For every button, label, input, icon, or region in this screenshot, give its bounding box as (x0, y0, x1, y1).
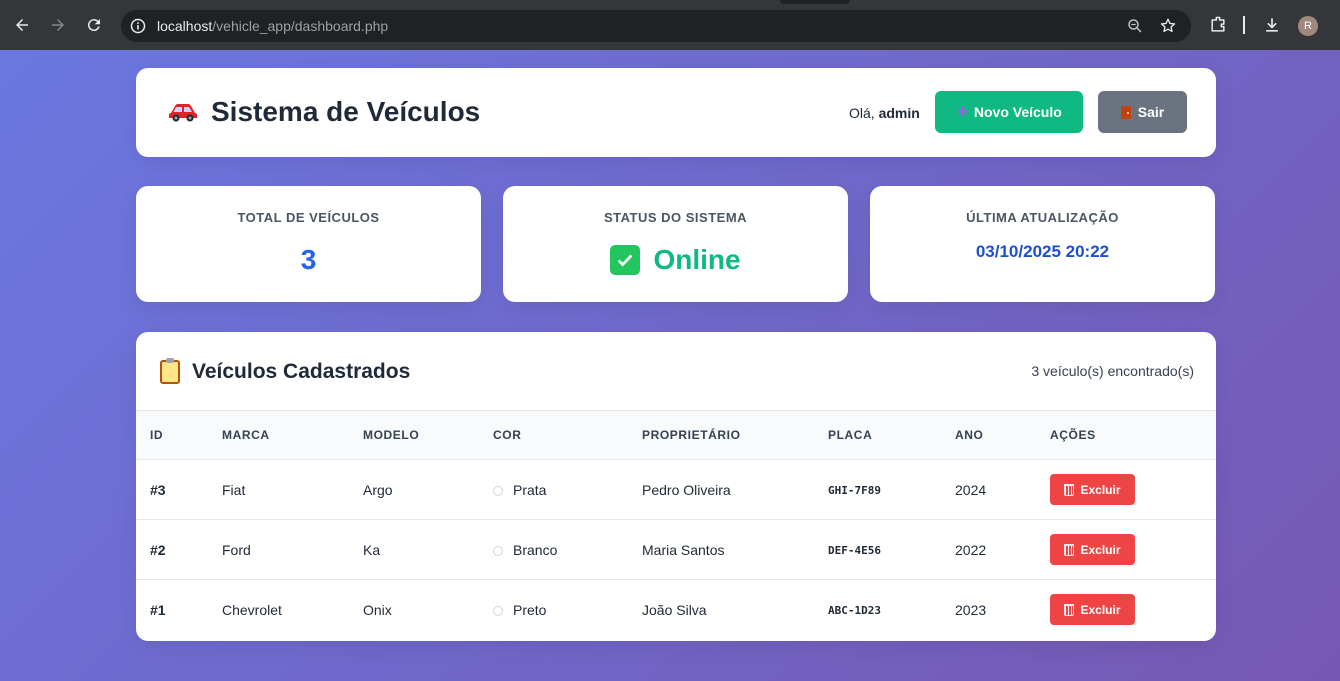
header-card: Sistema de Veículos Olá, admin + Novo Ve… (136, 68, 1216, 157)
column-header-placa: PLACA (828, 428, 873, 442)
page-title-text: Sistema de Veículos (211, 96, 481, 127)
stat-updated-label: ÚLTIMA ATUALIZAÇÃO (966, 210, 1119, 225)
new-vehicle-button[interactable]: + Novo Veículo (935, 91, 1083, 133)
cor-text: Prata (513, 482, 547, 498)
trash-icon (1064, 603, 1075, 616)
bookmark-star-icon[interactable] (1159, 17, 1177, 35)
column-header-acoes: AÇÕES (1050, 428, 1096, 442)
column-header-ano: ANO (955, 428, 984, 442)
stat-card-total: TOTAL DE VEÍCULOS 3 (136, 186, 481, 302)
stat-status-value: Online (503, 244, 848, 276)
delete-button[interactable]: Excluir (1050, 474, 1135, 505)
cell-cor: Prata (493, 482, 546, 498)
page-title: Sistema de Veículos (168, 96, 480, 128)
tab-strip-edge (780, 0, 850, 4)
plus-icon: + (956, 101, 968, 123)
color-swatch-icon (493, 546, 503, 556)
cell-proprietario: João Silva (642, 602, 707, 618)
logout-label: Sair (1137, 104, 1165, 120)
column-header-proprietario: PROPRIETÁRIO (642, 428, 741, 442)
cell-marca: Ford (222, 542, 251, 558)
browser-toolbar: localhost/vehicle_app/dashboard.php R (0, 0, 1340, 50)
logout-button[interactable]: Sair (1098, 91, 1187, 133)
url-host: localhost (157, 18, 213, 34)
cell-id: #3 (150, 482, 166, 498)
table-row: #3 Fiat Argo Prata Pedro Oliveira GHI-7F… (136, 460, 1216, 520)
color-swatch-icon (493, 486, 503, 496)
arrow-right-icon (52, 19, 64, 31)
status-text: Online (653, 244, 741, 275)
trash-icon (1064, 543, 1075, 556)
url-text[interactable]: localhost/vehicle_app/dashboard.php (157, 18, 388, 34)
site-info-icon[interactable] (130, 18, 146, 34)
back-button[interactable] (10, 13, 34, 37)
arrow-left-icon (16, 19, 28, 31)
stat-card-status: STATUS DO SISTEMA Online (503, 186, 848, 302)
column-header-marca: MARCA (222, 428, 270, 442)
toolbar-divider (1243, 16, 1245, 34)
forward-button[interactable] (46, 13, 70, 37)
reload-icon (87, 19, 100, 32)
cell-modelo: Argo (363, 482, 393, 498)
trash-icon (1064, 483, 1075, 496)
cell-id: #2 (150, 542, 166, 558)
cell-proprietario: Pedro Oliveira (642, 482, 731, 498)
username: admin (878, 105, 920, 121)
dashboard-page: Sistema de Veículos Olá, admin + Novo Ve… (0, 50, 1340, 681)
clipboard-icon (160, 358, 180, 384)
color-swatch-icon (493, 606, 503, 616)
table-header-row: ID MARCA MODELO COR PROPRIETÁRIO PLACA A… (136, 410, 1216, 460)
cell-placa: DEF-4E56 (828, 544, 881, 557)
url-path: /vehicle_app/dashboard.php (212, 18, 389, 34)
car-icon (169, 104, 197, 122)
cor-text: Preto (513, 602, 547, 618)
cell-placa: ABC-1D23 (828, 604, 881, 617)
stat-total-label: TOTAL DE VEÍCULOS (237, 210, 380, 225)
cell-ano: 2023 (955, 602, 987, 618)
delete-label: Excluir (1080, 602, 1121, 617)
cell-placa: GHI-7F89 (828, 484, 881, 497)
cell-modelo: Onix (363, 602, 392, 618)
cell-ano: 2022 (955, 542, 987, 558)
column-header-modelo: MODELO (363, 428, 420, 442)
table-row: #1 Chevrolet Onix Preto João Silva ABC-1… (136, 580, 1216, 640)
stat-status-label: STATUS DO SISTEMA (603, 210, 748, 225)
greeting-prefix: Olá, (849, 105, 875, 121)
vehicles-table-card: Veículos Cadastrados 3 veículo(s) encont… (136, 332, 1216, 641)
table-row: #2 Ford Ka Branco Maria Santos DEF-4E56 … (136, 520, 1216, 580)
cell-proprietario: Maria Santos (642, 542, 725, 558)
cell-marca: Chevrolet (222, 602, 282, 618)
vehicle-count: 3 veículo(s) encontrado(s) (1031, 363, 1194, 379)
cell-cor: Branco (493, 542, 557, 558)
column-header-cor: COR (493, 428, 522, 442)
extensions-icon[interactable] (1208, 15, 1228, 35)
reload-button[interactable] (82, 13, 106, 37)
stat-card-updated: ÚLTIMA ATUALIZAÇÃO 03/10/2025 20:22 (870, 186, 1215, 302)
check-mark-icon (610, 245, 641, 275)
delete-button[interactable]: Excluir (1050, 594, 1135, 625)
user-greeting: Olá, admin (849, 105, 920, 121)
door-icon (1120, 105, 1131, 119)
delete-label: Excluir (1080, 542, 1121, 557)
table-title: Veículos Cadastrados (160, 358, 411, 384)
delete-label: Excluir (1080, 482, 1121, 497)
cell-id: #1 (150, 602, 166, 618)
cell-ano: 2024 (955, 482, 987, 498)
cell-modelo: Ka (363, 542, 381, 558)
stat-total-value: 3 (300, 244, 317, 275)
profile-avatar[interactable]: R (1298, 16, 1318, 36)
zoom-icon[interactable] (1126, 17, 1144, 35)
table-title-text: Veículos Cadastrados (192, 360, 411, 383)
cor-text: Branco (513, 542, 558, 558)
column-header-id: ID (150, 428, 164, 442)
download-icon[interactable] (1262, 15, 1282, 35)
address-bar[interactable]: localhost/vehicle_app/dashboard.php (121, 10, 1191, 42)
cell-marca: Fiat (222, 482, 246, 498)
stat-updated-value: 03/10/2025 20:22 (975, 242, 1110, 261)
new-vehicle-label: Novo Veículo (973, 104, 1062, 120)
delete-button[interactable]: Excluir (1050, 534, 1135, 565)
cell-cor: Preto (493, 602, 546, 618)
